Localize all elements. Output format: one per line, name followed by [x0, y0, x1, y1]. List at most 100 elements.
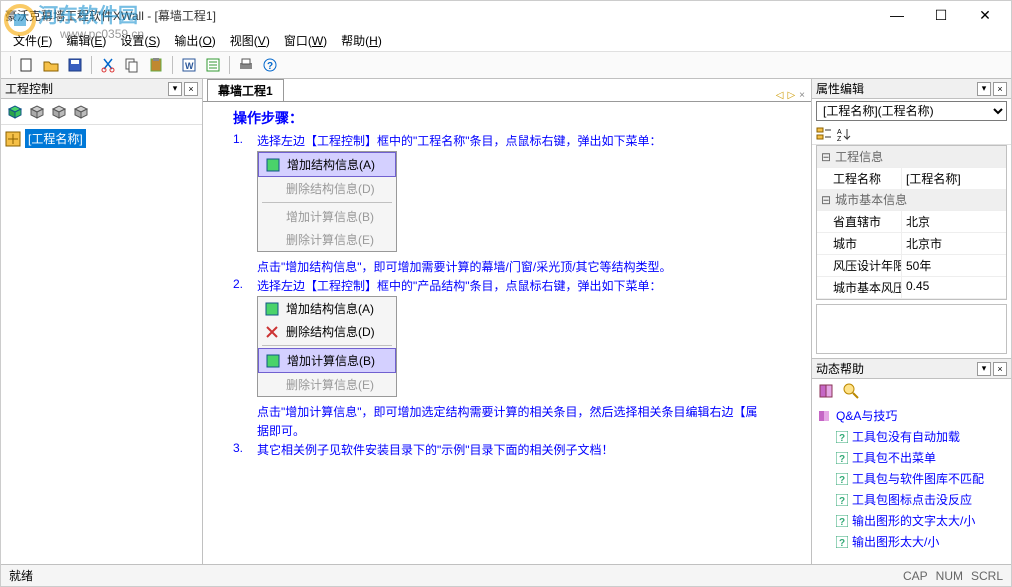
book-icon [818, 409, 832, 423]
ctx1-del-calc: 删除计算信息(E) [258, 228, 396, 251]
step-1-text: 选择左边【工程控制】框中的"工程名称"条目，点鼠标右键，弹出如下菜单： [257, 132, 801, 149]
svg-text:?: ? [839, 517, 845, 527]
question-icon: ? [836, 452, 848, 464]
menu-edit[interactable]: 编辑(E) [60, 30, 112, 51]
document-panel: 幕墙工程1 ◁ ▷ × 操作步骤： 1.选择左边【工程控制】框中的"工程名称"条… [203, 79, 811, 564]
properties-panel: 属性编辑 ▾ × [工程名称](工程名称) AZ ⊟工程信息 工程名称[工程名称… [812, 79, 1011, 359]
toolbar: W ? [1, 51, 1011, 79]
statusbar: 就绪 CAP NUM SCRL [1, 564, 1011, 586]
svg-text:?: ? [267, 61, 273, 72]
status-num: NUM [936, 569, 963, 583]
prop-row[interactable]: 省直辖市北京 [817, 210, 1006, 232]
tab-next-button[interactable]: ▷ [787, 90, 795, 101]
question-icon: ? [836, 494, 848, 506]
object-selector[interactable]: [工程名称](工程名称) [816, 101, 1007, 121]
steps-heading: 操作步骤： [233, 108, 801, 128]
question-icon: ? [836, 473, 848, 485]
cut-button[interactable] [97, 54, 119, 76]
help-title: 动态帮助 [816, 360, 864, 377]
prop-cat-city[interactable]: ⊟城市基本信息 [817, 189, 1006, 210]
sort-button[interactable]: AZ [836, 126, 852, 142]
menu-settings[interactable]: 设置(S) [114, 30, 166, 51]
svg-text:Z: Z [837, 136, 842, 142]
minimize-button[interactable]: — [875, 2, 919, 28]
tree-root-item[interactable]: [工程名称] [5, 129, 198, 148]
project-icon [5, 131, 21, 147]
property-description [816, 304, 1007, 354]
menu-window[interactable]: 窗口(W) [278, 30, 333, 51]
calc-button[interactable] [202, 54, 224, 76]
question-icon: ? [836, 536, 848, 548]
paste-button[interactable] [145, 54, 167, 76]
filter-2-icon[interactable] [49, 102, 69, 122]
help-item[interactable]: ?工具包不出菜单 [816, 447, 1007, 468]
svg-text:?: ? [839, 538, 845, 548]
ctx2-del-calc: 删除计算信息(E) [258, 373, 396, 396]
menu-help[interactable]: 帮助(H) [335, 30, 388, 51]
line-2: 点击"增加结构信息"，即可增加需要计算的幕墙/门窗/采光顶/其它等结构类型。 [257, 258, 801, 275]
print-button[interactable] [235, 54, 257, 76]
copy-button[interactable] [121, 54, 143, 76]
word-export-button[interactable]: W [178, 54, 200, 76]
menu-output[interactable]: 输出(O) [168, 30, 221, 51]
project-control-title: 工程控制 [5, 80, 53, 97]
prop-row[interactable]: 风压设计年限50年 [817, 254, 1006, 276]
document-tab[interactable]: 幕墙工程1 [207, 79, 284, 101]
ctx2-add-struct[interactable]: 增加结构信息(A) [258, 297, 396, 320]
document-content: 操作步骤： 1.选择左边【工程控制】框中的"工程名称"条目，点鼠标右键，弹出如下… [203, 101, 811, 564]
ctx2-del-struct[interactable]: 删除结构信息(D) [258, 320, 396, 343]
help-book-icon[interactable] [818, 382, 836, 400]
props-dropdown-button[interactable]: ▾ [977, 82, 991, 96]
help-dropdown-button[interactable]: ▾ [977, 362, 991, 376]
help-category[interactable]: Q&A与技巧 [816, 405, 1007, 426]
svg-text:W: W [185, 61, 194, 71]
menu-file[interactable]: 文件(F) [7, 30, 58, 51]
ctx1-del-struct: 删除结构信息(D) [258, 177, 396, 200]
new-button[interactable] [16, 54, 38, 76]
properties-title: 属性编辑 [816, 80, 864, 97]
help-button[interactable]: ? [259, 54, 281, 76]
open-button[interactable] [40, 54, 62, 76]
help-item[interactable]: ?工具包没有自动加载 [816, 426, 1007, 447]
categorize-button[interactable] [816, 126, 832, 142]
window-title: 豪沃克幕墙工程软件XWall - [幕墙工程1] [5, 7, 875, 24]
question-icon: ? [836, 431, 848, 443]
project-control-panel: 工程控制 ▾ × [工程名称] [1, 79, 203, 564]
maximize-button[interactable]: ☐ [919, 2, 963, 28]
status-scrl: SCRL [971, 569, 1003, 583]
help-item[interactable]: ?工具包图标点击没反应 [816, 489, 1007, 510]
context-menu-1: 增加结构信息(A) 删除结构信息(D) 增加计算信息(B) 删除计算信息(E) [257, 151, 397, 252]
tree-root-label: [工程名称] [25, 129, 86, 148]
ctx2-add-calc[interactable]: 增加计算信息(B) [258, 348, 396, 373]
prop-row[interactable]: 工程名称[工程名称] [817, 167, 1006, 189]
prop-row[interactable]: 城市基本雪压0.4 [817, 298, 1006, 300]
help-search-icon[interactable] [842, 382, 860, 400]
prop-cat-project[interactable]: ⊟工程信息 [817, 146, 1006, 167]
filter-1-icon[interactable] [27, 102, 47, 122]
dynamic-help-panel: 动态帮助 ▾ × Q&A与技巧 ?工具包没有自动加载 ?工具包不出菜单 ?工具包… [812, 359, 1011, 564]
filter-3-icon[interactable] [71, 102, 91, 122]
svg-text:?: ? [839, 454, 845, 464]
panel-dropdown-button[interactable]: ▾ [168, 82, 182, 96]
help-item[interactable]: ?输出图形太大/小 [816, 531, 1007, 552]
help-item[interactable]: ?工具包与软件图库不匹配 [816, 468, 1007, 489]
line-3b: 据即可。 [257, 422, 801, 439]
context-menu-2: 增加结构信息(A) 删除结构信息(D) 增加计算信息(B) 删除计算信息(E) [257, 296, 397, 397]
help-close-button[interactable]: × [993, 362, 1007, 376]
svg-text:A: A [837, 129, 842, 136]
svg-text:?: ? [839, 496, 845, 506]
save-button[interactable] [64, 54, 86, 76]
prop-row[interactable]: 城市基本风压0.45 [817, 276, 1006, 298]
status-cap: CAP [903, 569, 928, 583]
close-button[interactable]: ✕ [963, 2, 1007, 28]
properties-grid: ⊟工程信息 工程名称[工程名称] ⊟城市基本信息 省直辖市北京 城市北京市 风压… [816, 145, 1007, 300]
tab-prev-button[interactable]: ◁ [776, 90, 784, 101]
prop-row[interactable]: 城市北京市 [817, 232, 1006, 254]
help-item[interactable]: ?输出图形的文字太大/小 [816, 510, 1007, 531]
ctx1-add-struct[interactable]: 增加结构信息(A) [258, 152, 396, 177]
props-close-button[interactable]: × [993, 82, 1007, 96]
panel-close-button[interactable]: × [184, 82, 198, 96]
tab-close-button[interactable]: × [799, 90, 805, 101]
filter-all-icon[interactable] [5, 102, 25, 122]
menu-view[interactable]: 视图(V) [224, 30, 276, 51]
